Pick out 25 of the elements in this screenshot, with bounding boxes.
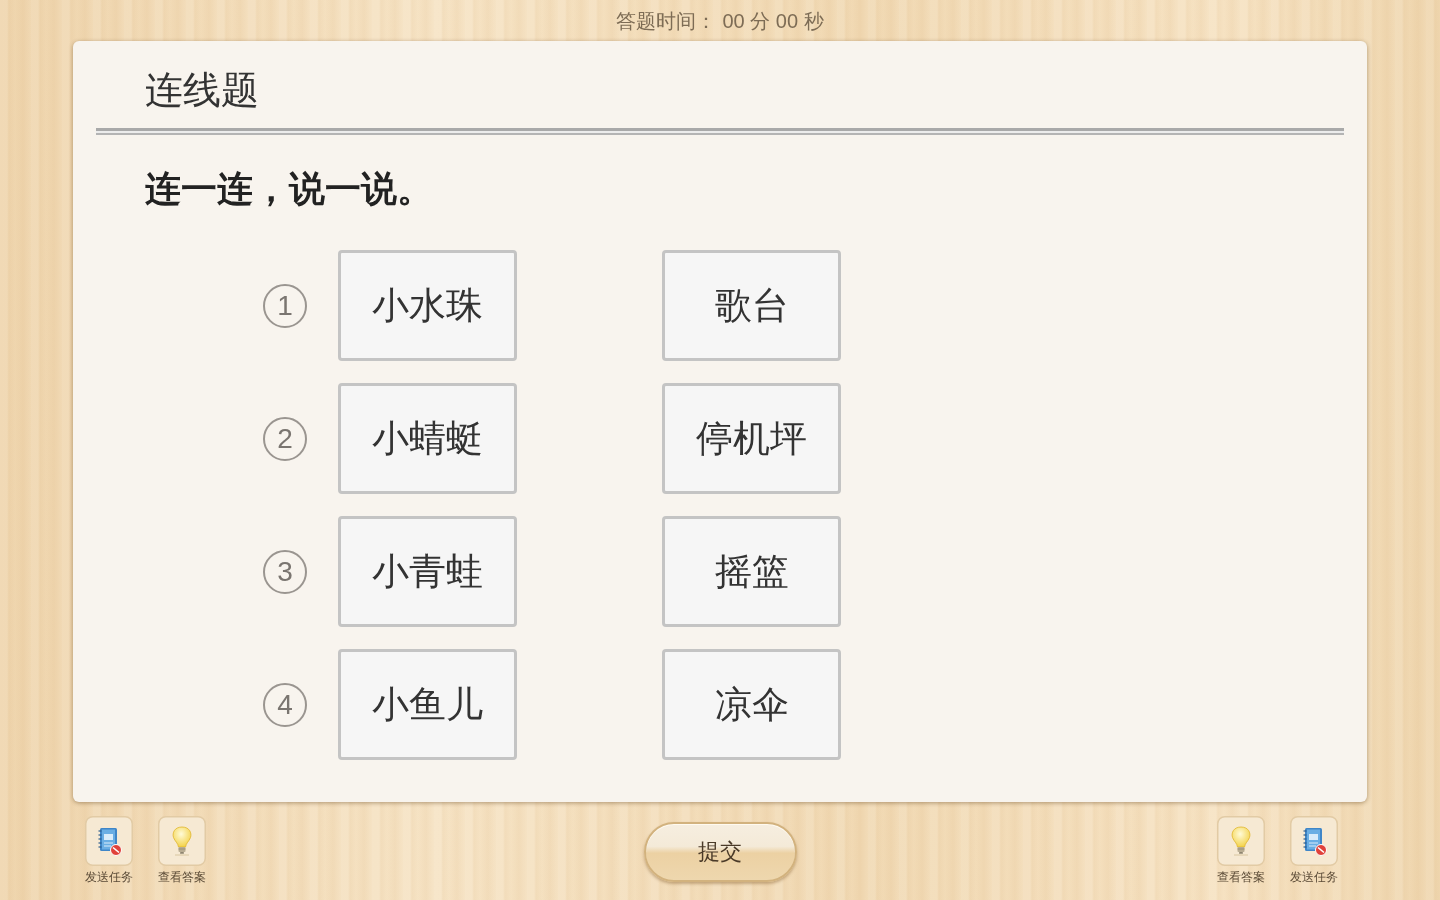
item-number: 4 xyxy=(263,682,307,727)
light-bulb-icon xyxy=(1217,816,1265,866)
word-card[interactable]: 小青蛙 xyxy=(338,516,517,627)
word-card[interactable]: 摇篮 xyxy=(662,516,841,627)
light-bulb-icon xyxy=(158,816,206,866)
item-number: 2 xyxy=(263,416,307,461)
send-task-button[interactable]: 发送任务 xyxy=(1290,816,1338,884)
word-card[interactable]: 凉伞 xyxy=(662,649,841,760)
timer-value: 00 分 00 秒 xyxy=(722,8,824,34)
word-card[interactable]: 小蜻蜓 xyxy=(338,383,517,494)
item-number: 1 xyxy=(263,283,307,328)
view-answer-button[interactable]: 查看答案 xyxy=(1217,816,1265,884)
question-type-title: 连线题 xyxy=(145,68,259,113)
word-card[interactable]: 停机坪 xyxy=(662,383,841,494)
send-task-button[interactable]: 发送任务 xyxy=(85,816,133,884)
word-card[interactable]: 歌台 xyxy=(662,250,841,361)
question-instruction: 连一连，说一说。 xyxy=(145,167,433,211)
item-number: 3 xyxy=(263,549,307,594)
word-card[interactable]: 小鱼儿 xyxy=(338,649,517,760)
timer-label: 答题时间： xyxy=(616,8,717,34)
notebook-icon xyxy=(85,816,133,866)
submit-button[interactable]: 提交 xyxy=(643,822,797,882)
word-card[interactable]: 小水珠 xyxy=(338,250,517,361)
notebook-icon xyxy=(1290,816,1338,866)
view-answer-button[interactable]: 查看答案 xyxy=(158,816,206,884)
